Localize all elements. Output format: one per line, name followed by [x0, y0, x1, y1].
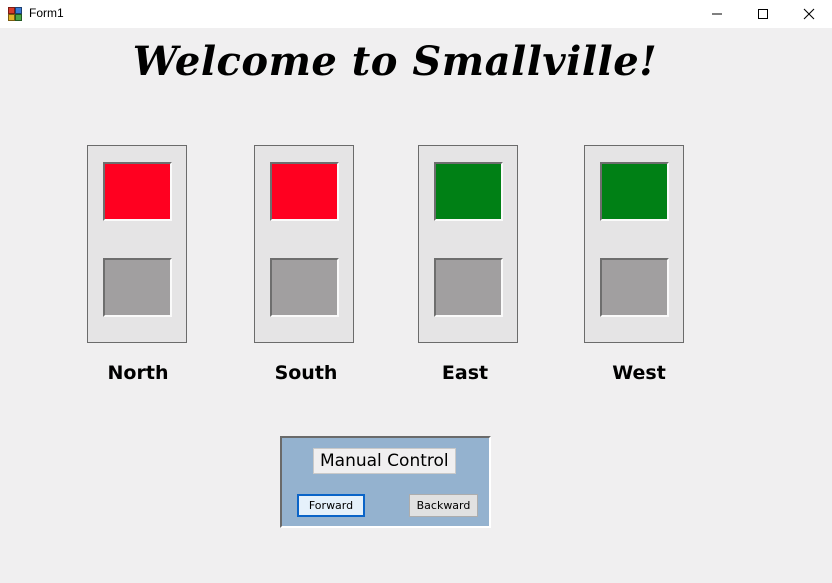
- traffic-light-south: [254, 145, 354, 343]
- window-title: Form1: [29, 6, 64, 20]
- north-label: North: [107, 362, 169, 384]
- maximize-button[interactable]: [740, 0, 786, 28]
- app-icon: [8, 7, 22, 21]
- east-label: East: [441, 362, 489, 384]
- traffic-light-west: [584, 145, 684, 343]
- forward-button[interactable]: Forward: [297, 494, 365, 517]
- manual-control-panel: Manual Control Forward Backward: [280, 436, 491, 528]
- east-top-lamp: [434, 162, 503, 221]
- south-top-lamp: [270, 162, 339, 221]
- north-bottom-lamp: [103, 258, 172, 317]
- traffic-light-east: [418, 145, 518, 343]
- west-bottom-lamp: [600, 258, 669, 317]
- close-icon: [803, 8, 815, 20]
- west-label: West: [612, 362, 666, 384]
- title-bar[interactable]: Form1: [0, 0, 832, 28]
- minimize-button[interactable]: [694, 0, 740, 28]
- south-bottom-lamp: [270, 258, 339, 317]
- maximize-icon: [758, 9, 768, 19]
- welcome-heading: Welcome to Smallville!: [132, 38, 658, 85]
- north-top-lamp: [103, 162, 172, 221]
- south-label: South: [274, 362, 338, 384]
- east-bottom-lamp: [434, 258, 503, 317]
- close-button[interactable]: [786, 0, 832, 28]
- form-window: Form1 Welcome to Smallville! North South: [0, 0, 832, 583]
- manual-control-label: Manual Control: [313, 448, 456, 474]
- west-top-lamp: [600, 162, 669, 221]
- traffic-light-north: [87, 145, 187, 343]
- backward-button[interactable]: Backward: [409, 494, 478, 517]
- minimize-icon: [712, 13, 722, 15]
